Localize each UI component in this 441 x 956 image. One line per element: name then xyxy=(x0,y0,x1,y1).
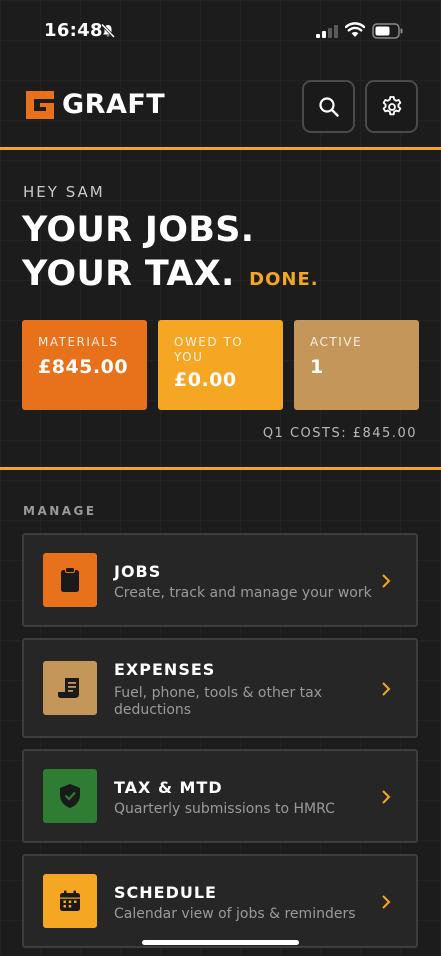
status-time: 16:48 xyxy=(44,20,103,41)
manage-card-schedule[interactable]: SCHEDULE Calendar view of jobs & reminde… xyxy=(22,854,418,948)
wifi-icon xyxy=(345,22,365,37)
gear-icon xyxy=(382,95,401,115)
tax-icon-tile xyxy=(43,769,97,823)
headline-accent: DONE. xyxy=(249,269,319,290)
search-button[interactable] xyxy=(302,80,355,133)
logo-g-icon xyxy=(26,91,54,119)
receipt-icon xyxy=(58,678,79,698)
home-indicator[interactable] xyxy=(142,940,299,945)
card-subtitle: Fuel, phone, tools & other tax deduction… xyxy=(114,685,322,718)
schedule-icon-tile xyxy=(43,874,97,928)
jobs-icon-tile xyxy=(43,553,97,607)
hero-headline: YOUR JOBS. YOUR TAX. DONE. xyxy=(22,208,319,302)
card-subtitle: Create, track and manage your work xyxy=(114,585,372,601)
card-title: TAX & MTD xyxy=(114,778,223,797)
stat-label: ACTIVE xyxy=(310,335,363,349)
chevron-right-icon xyxy=(382,790,391,804)
stat-value: £0.00 xyxy=(174,369,237,391)
app-header: GRAFT xyxy=(0,78,441,136)
card-subtitle: Quarterly submissions to HMRC xyxy=(114,801,335,817)
stat-label: OWED TO YOU xyxy=(174,335,244,364)
stat-card-active[interactable]: ACTIVE 1 xyxy=(294,320,419,410)
status-bar: 16:48 xyxy=(0,0,441,60)
calendar-icon xyxy=(60,890,80,911)
cellular-signal-icon xyxy=(316,25,338,38)
section-accent-divider xyxy=(0,467,441,470)
headline-line-2-text: YOUR TAX. xyxy=(22,254,235,294)
manage-card-jobs[interactable]: JOBS Create, track and manage your work xyxy=(22,533,418,627)
manage-card-expenses[interactable]: EXPENSES Fuel, phone, tools & other tax … xyxy=(22,638,418,738)
chevron-right-icon xyxy=(382,682,391,696)
stat-card-owed[interactable]: OWED TO YOU £0.00 xyxy=(158,320,283,410)
headline-line-1: YOUR JOBS. xyxy=(22,210,255,250)
card-title: EXPENSES xyxy=(114,660,216,679)
clipboard-icon xyxy=(61,567,79,592)
manage-section-title: MANAGE xyxy=(23,504,97,518)
chevron-right-icon xyxy=(382,574,391,588)
stat-value: 1 xyxy=(310,356,324,378)
battery-icon xyxy=(372,23,403,39)
headline-line-2: YOUR TAX. DONE. xyxy=(22,252,319,302)
search-icon xyxy=(318,96,339,117)
settings-button[interactable] xyxy=(365,80,418,133)
expenses-icon-tile xyxy=(43,661,97,715)
card-title: JOBS xyxy=(114,562,162,581)
stat-card-materials[interactable]: MATERIALS £845.00 xyxy=(22,320,147,410)
stat-label: MATERIALS xyxy=(38,335,119,349)
manage-card-tax-mtd[interactable]: TAX & MTD Quarterly submissions to HMRC xyxy=(22,749,418,843)
chevron-right-icon xyxy=(382,895,391,909)
app-logo-text: GRAFT xyxy=(62,89,166,120)
greeting-text: HEY SAM xyxy=(23,183,105,201)
stat-value: £845.00 xyxy=(38,356,129,378)
shield-check-icon xyxy=(60,784,80,808)
bell-muted-icon xyxy=(100,23,116,39)
q1-costs-summary: Q1 COSTS: £845.00 xyxy=(262,426,417,441)
top-accent-divider xyxy=(0,147,441,150)
card-title: SCHEDULE xyxy=(114,883,217,902)
card-subtitle: Calendar view of jobs & reminders xyxy=(114,906,356,922)
